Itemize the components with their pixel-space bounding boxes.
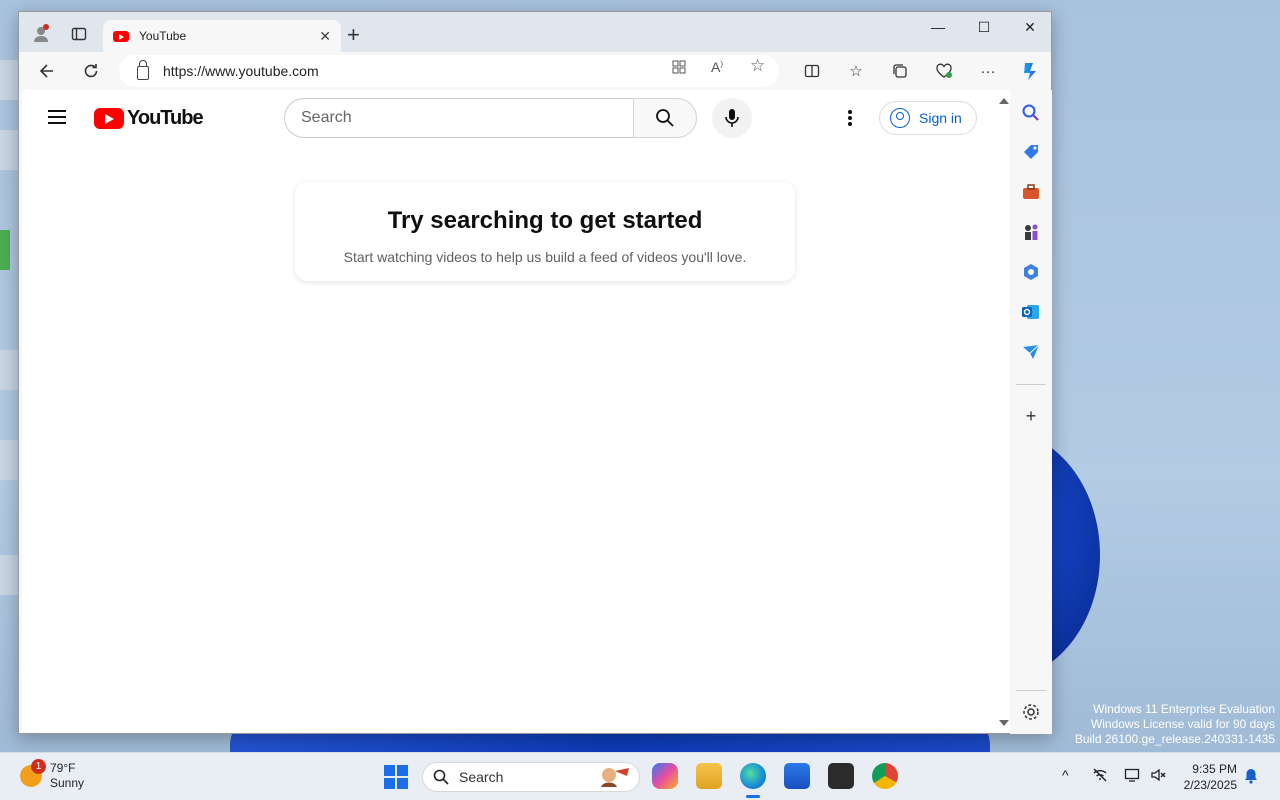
more-options-icon[interactable]: [840, 108, 860, 128]
copilot-icon[interactable]: [1018, 60, 1042, 82]
watermark-line: Windows License valid for 90 days: [1090, 717, 1275, 731]
sign-in-label: Sign in: [919, 110, 962, 126]
browser-essentials-icon[interactable]: [932, 60, 956, 82]
weather-temp: 79°F: [50, 761, 76, 775]
windows-watermark: Windows 11 Enterprise Evaluation Windows…: [1075, 702, 1275, 747]
microsoft-365-icon[interactable]: [1021, 262, 1041, 282]
browser-tab-youtube[interactable]: YouTube ✕: [103, 20, 341, 52]
collections-icon[interactable]: [888, 60, 912, 82]
split-screen-icon[interactable]: [800, 60, 824, 82]
scroll-up-icon[interactable]: [999, 98, 1009, 104]
youtube-play-icon: [94, 108, 124, 129]
add-sidebar-app-icon[interactable]: +: [1021, 406, 1041, 426]
account-icon: [890, 108, 910, 128]
favorites-icon[interactable]: ☆: [844, 60, 868, 82]
volume-icon[interactable]: [1150, 767, 1166, 786]
shopping-tag-icon[interactable]: [1021, 142, 1041, 162]
sidebar-divider: [1016, 690, 1046, 691]
refresh-button[interactable]: [77, 58, 105, 84]
search-highlight-icon: [601, 768, 629, 787]
empty-feed-card: Try searching to get started Start watch…: [295, 182, 795, 281]
new-tab-button[interactable]: +: [347, 24, 360, 46]
sign-in-button[interactable]: Sign in: [879, 101, 977, 135]
web-page: YouTube Search Sign in Try searching to …: [22, 90, 1010, 732]
notification-badge: 1: [31, 759, 46, 774]
taskbar-search-label: Search: [459, 769, 504, 785]
app-available-icon[interactable]: [671, 59, 687, 78]
refresh-icon: [84, 64, 98, 78]
favorite-star-icon[interactable]: ☆: [750, 56, 765, 76]
scroll-down-icon[interactable]: [999, 720, 1009, 726]
youtube-header: YouTube Search Sign in: [22, 90, 1010, 146]
read-aloud-icon[interactable]: A): [711, 59, 723, 75]
edge-sidebar: +: [1010, 90, 1052, 734]
watermark-line: Build 26100.ge_release.240331-1435: [1074, 732, 1275, 746]
search-input[interactable]: Search: [284, 98, 634, 138]
games-icon[interactable]: [1021, 222, 1041, 242]
weather-desc: Sunny: [50, 776, 85, 790]
display-icon[interactable]: [1124, 767, 1140, 786]
menu-icon[interactable]: [48, 110, 66, 124]
maximize-button[interactable]: ☐: [961, 12, 1007, 42]
tab-close-icon[interactable]: ✕: [319, 28, 331, 45]
minimize-button[interactable]: —: [915, 12, 961, 42]
title-bar: YouTube ✕ + — ☐ ✕: [19, 12, 1051, 52]
tab-title: YouTube: [139, 29, 187, 43]
weather-widget[interactable]: 1 79°F Sunny: [20, 759, 85, 791]
microphone-icon: [725, 109, 739, 127]
windows-taskbar: 1 79°F Sunny Search ^ 9:35 PM 2/23/2025: [0, 752, 1280, 800]
logo-text: YouTube: [127, 107, 204, 129]
chrome-icon[interactable]: [872, 763, 898, 789]
close-window-button[interactable]: ✕: [1007, 12, 1053, 42]
browser-toolbar: https://www.youtube.com A) ☆ ☆ ···: [19, 52, 1051, 90]
clock-date: 2/23/2025: [1183, 778, 1237, 792]
sidebar-divider: [1016, 384, 1046, 385]
tools-icon[interactable]: [1021, 182, 1041, 202]
card-subtitle: Start watching videos to help us build a…: [343, 249, 747, 265]
network-off-icon[interactable]: [1092, 767, 1108, 786]
drop-icon[interactable]: [1021, 342, 1041, 362]
copilot-taskbar-icon[interactable]: [652, 763, 678, 789]
profile-icon: [34, 24, 49, 42]
youtube-logo[interactable]: YouTube: [94, 107, 204, 130]
search-icon: [656, 109, 674, 127]
outlook-icon[interactable]: [1021, 302, 1041, 322]
browser-window: YouTube ✕ + — ☐ ✕ https://www.youtube.co…: [18, 11, 1052, 734]
back-button[interactable]: [33, 58, 61, 84]
sun-icon: 1: [20, 759, 46, 787]
microsoft-store-icon[interactable]: [784, 763, 810, 789]
system-clock[interactable]: 9:35 PM 2/23/2025: [1180, 761, 1237, 793]
url-text: https://www.youtube.com: [163, 63, 319, 79]
voice-search-button[interactable]: [712, 98, 752, 138]
active-app-indicator: [746, 795, 760, 798]
sidebar-search-icon[interactable]: [1021, 103, 1041, 123]
tab-actions-button[interactable]: [65, 20, 93, 48]
watermark-line: Windows 11 Enterprise Evaluation: [1093, 702, 1275, 716]
notifications-bell-icon[interactable]: [1244, 768, 1258, 787]
sidebar-settings-icon[interactable]: [1021, 702, 1041, 722]
show-hidden-icons-icon[interactable]: ^: [1062, 767, 1069, 783]
page-scrollbar[interactable]: [996, 94, 1010, 730]
lock-icon[interactable]: [137, 60, 149, 80]
back-arrow-icon: [39, 64, 53, 78]
settings-more-icon[interactable]: ···: [976, 60, 1000, 82]
desktop-icon[interactable]: [0, 230, 10, 270]
youtube-favicon-icon: [113, 30, 129, 42]
tab-actions-icon: [71, 27, 87, 41]
search-icon: [433, 769, 449, 785]
taskbar-search[interactable]: Search: [422, 762, 640, 792]
file-explorer-icon[interactable]: [696, 763, 722, 789]
search-button[interactable]: [633, 98, 697, 138]
edge-taskbar-icon[interactable]: [740, 763, 766, 789]
profile-button[interactable]: [27, 20, 55, 48]
card-title: Try searching to get started: [387, 207, 703, 234]
start-button[interactable]: [384, 765, 408, 789]
clock-time: 9:35 PM: [1192, 762, 1237, 776]
terminal-icon[interactable]: [828, 763, 854, 789]
